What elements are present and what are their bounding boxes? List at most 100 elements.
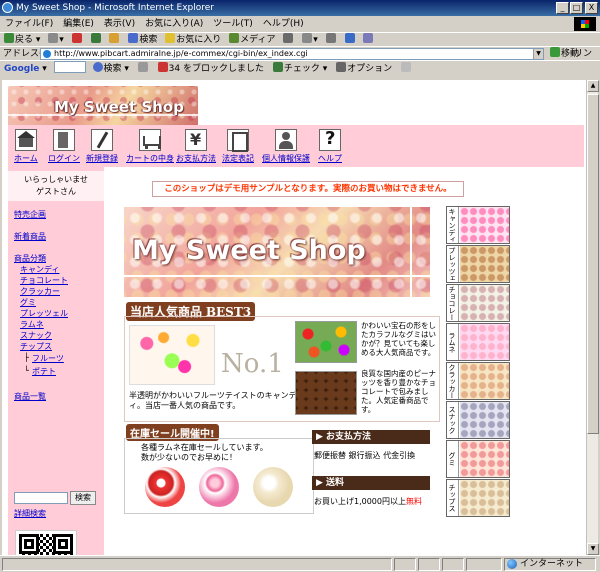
back-button[interactable]: 戻る ▾ bbox=[4, 33, 40, 47]
back-arrow-icon bbox=[4, 33, 14, 43]
payment-methods: 郵便振替 銀行振込 代金引換 bbox=[314, 451, 416, 460]
no2-description: かわいい宝石の形をしたカラフルなグミはいかが？見ていても楽しめる大人気商品です。 bbox=[361, 321, 436, 357]
sale-text-1: 各種ラムネ在庫セールしています。 bbox=[141, 443, 268, 452]
sale-item-1-image[interactable] bbox=[145, 467, 185, 507]
link-cat-ramune[interactable]: ラムネ bbox=[20, 319, 44, 330]
nav-help[interactable]: ヘルプ bbox=[318, 128, 342, 164]
no3-chocolate-image[interactable] bbox=[295, 371, 357, 415]
sale-item-3-image[interactable] bbox=[253, 467, 293, 507]
cat-tab-candy[interactable]: キャンディ bbox=[446, 206, 510, 244]
cat-tab-cracker[interactable]: クラッカー bbox=[446, 362, 510, 400]
sale-description: 各種ラムネ在庫セールしています。 数が少ないのでお早めに！ bbox=[141, 443, 268, 463]
nav-payment[interactable]: お支払方法 bbox=[176, 129, 216, 164]
print-toolbar-button[interactable] bbox=[325, 33, 337, 47]
cat-image-snack bbox=[460, 402, 509, 438]
link-cat-candy[interactable]: キャンディ bbox=[20, 264, 59, 275]
nav-home[interactable]: ホーム bbox=[14, 129, 38, 164]
address-input[interactable]: http://www.pibcart.admiralne.jp/e-commex… bbox=[40, 48, 544, 60]
cat-tab-chips[interactable]: チップス bbox=[446, 479, 510, 517]
google-news-button[interactable] bbox=[137, 61, 149, 77]
scroll-up-icon[interactable]: ▲ bbox=[587, 80, 599, 92]
go-arrow-icon bbox=[550, 47, 560, 57]
status-main bbox=[2, 558, 392, 571]
no2-gummy-image[interactable] bbox=[295, 321, 357, 363]
link-cat-chocolate[interactable]: チョコレート bbox=[20, 275, 68, 286]
nav-cart[interactable]: カートの中身 bbox=[126, 129, 174, 164]
nav-register[interactable]: 新規登録 bbox=[86, 129, 118, 164]
google-logo[interactable]: Google bbox=[4, 64, 39, 74]
link-advanced-search[interactable]: 詳細検索 bbox=[14, 508, 46, 519]
link-special[interactable]: 特売企画 bbox=[14, 209, 46, 220]
menu-tools[interactable]: ツール(T) bbox=[208, 16, 258, 32]
welcome-greeting: いらっしゃいませ bbox=[24, 175, 88, 184]
mail-toolbar-button[interactable]: ▾ bbox=[302, 33, 318, 47]
google-search-button[interactable]: 検索 ▾ bbox=[92, 61, 129, 77]
google-search-input[interactable] bbox=[53, 61, 86, 73]
status-seg-4 bbox=[466, 558, 502, 571]
cat-tab-chocolate[interactable]: チョコレート bbox=[446, 284, 510, 322]
no1-candy-image[interactable] bbox=[129, 325, 215, 385]
link-cat-cracker[interactable]: クラッカー bbox=[20, 286, 60, 297]
scroll-thumb[interactable] bbox=[587, 94, 599, 434]
link-cat-snack[interactable]: スナック bbox=[20, 330, 52, 341]
ie-icon bbox=[2, 2, 13, 13]
link-new-items[interactable]: 新着商品 bbox=[14, 231, 46, 242]
link-cat-gummy[interactable]: グミ bbox=[20, 297, 36, 308]
cat-tab-snack[interactable]: スナック bbox=[446, 401, 510, 439]
page-viewport: My Sweet Shop ホーム ログイン 新規登録 カートの中身 お支払方法… bbox=[2, 80, 586, 555]
history-toolbar-button[interactable] bbox=[283, 33, 294, 47]
favorites-toolbar-button[interactable]: お気に入り bbox=[165, 33, 221, 47]
product-search-button[interactable]: 検索 bbox=[70, 491, 96, 505]
refresh-button[interactable] bbox=[90, 33, 102, 47]
link-cat-chips[interactable]: チップス bbox=[20, 341, 52, 352]
link-sub-fruit[interactable]: フルーツ bbox=[32, 353, 64, 364]
close-button[interactable]: X bbox=[585, 2, 598, 14]
cat-tab-ramune[interactable]: ラムネ bbox=[446, 323, 510, 361]
stop-button[interactable] bbox=[71, 33, 83, 47]
cart-icon bbox=[139, 129, 161, 151]
address-dropdown-icon[interactable]: ▼ bbox=[533, 49, 543, 59]
welcome-guest: ゲストさん bbox=[36, 187, 76, 196]
cat-image-gummy bbox=[460, 441, 509, 477]
block-icon bbox=[157, 62, 168, 72]
shop-sidebar: いらっしゃいませ ゲストさん 特売企画 新着商品 商品分類 キャンディ チョコレ… bbox=[8, 167, 104, 555]
link-product-list[interactable]: 商品一覧 bbox=[14, 391, 46, 402]
minimize-button[interactable]: _ bbox=[556, 2, 569, 14]
sale-item-2-image[interactable] bbox=[199, 467, 239, 507]
cat-tab-pretzel[interactable]: プレッツェル bbox=[446, 245, 510, 283]
options-button[interactable]: オプション bbox=[336, 61, 392, 77]
menu-file[interactable]: ファイル(F) bbox=[0, 16, 58, 32]
forward-arrow-icon bbox=[48, 33, 59, 43]
vertical-scrollbar[interactable]: ▲ ▼ bbox=[586, 80, 599, 555]
media-toolbar-button[interactable]: メディア bbox=[229, 33, 275, 47]
menu-help[interactable]: ヘルプ(H) bbox=[258, 16, 309, 32]
highlight-button[interactable] bbox=[401, 61, 412, 77]
cat-tab-gummy[interactable]: グミ bbox=[446, 440, 510, 478]
link-cat-pretzel[interactable]: プレッツェル bbox=[20, 308, 68, 319]
help-icon bbox=[319, 128, 341, 151]
discuss-toolbar-button[interactable] bbox=[363, 33, 374, 47]
payment-heading: ▶ お支払方法 bbox=[312, 430, 430, 444]
no1-description: 半透明がかわいいフルーツテイストのキャンディ。当店一番人気の商品です。 bbox=[129, 391, 297, 410]
product-search-input[interactable] bbox=[14, 492, 68, 504]
popup-blocker[interactable]: 34 をブロックしました bbox=[157, 61, 264, 77]
home-toolbar-button[interactable] bbox=[109, 33, 120, 47]
nav-login[interactable]: ログイン bbox=[48, 129, 80, 164]
search-toolbar-button[interactable]: 検索 bbox=[128, 33, 157, 47]
menu-favorites[interactable]: お気に入り(A) bbox=[140, 16, 208, 32]
sale-text-2: 数が少ないのでお早めに！ bbox=[141, 453, 237, 462]
scroll-down-icon[interactable]: ▼ bbox=[587, 543, 599, 555]
link-sub-potato[interactable]: ポテト bbox=[32, 366, 56, 377]
spell-check-button[interactable]: チェック ▾ bbox=[272, 61, 327, 77]
menu-edit[interactable]: 編集(E) bbox=[58, 16, 99, 32]
stop-icon bbox=[71, 33, 82, 43]
link-categories[interactable]: 商品分類 bbox=[14, 253, 46, 264]
menu-view[interactable]: 表示(V) bbox=[99, 16, 140, 32]
edit-toolbar-button[interactable] bbox=[344, 33, 356, 47]
nav-privacy[interactable]: 個人情報保護 bbox=[262, 129, 310, 164]
nav-legal[interactable]: 法定表記 bbox=[222, 129, 254, 164]
shipping-heading: ▶ 送料 bbox=[312, 476, 430, 490]
shop-logo[interactable]: My Sweet Shop bbox=[8, 86, 198, 126]
maximize-button[interactable]: □ bbox=[570, 2, 583, 14]
forward-button[interactable]: ▾ bbox=[48, 33, 64, 47]
